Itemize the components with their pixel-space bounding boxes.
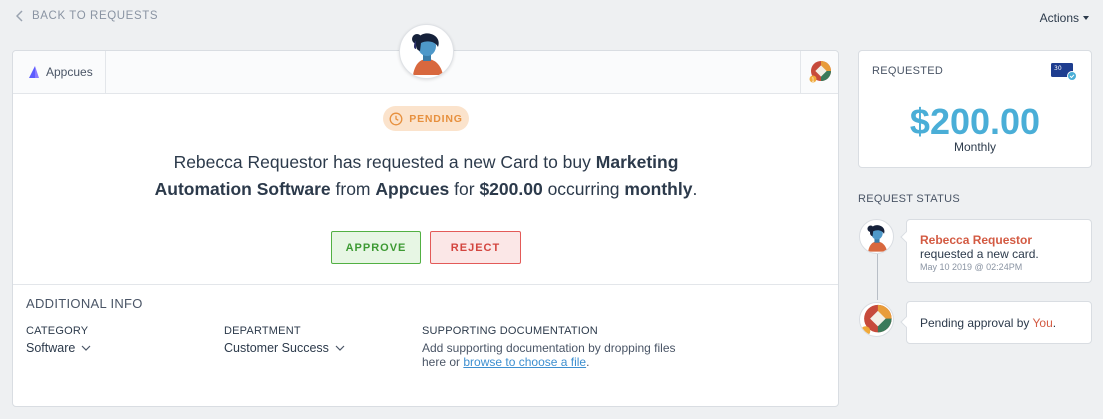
requester-illustration-icon: [411, 32, 443, 75]
timeline-approver-avatar: [859, 302, 894, 337]
pending-approver: You: [1032, 315, 1053, 330]
timeline-requester-name[interactable]: Rebecca Requestor: [920, 233, 1078, 247]
summary-text: Rebecca Requestor has requested a new Ca…: [173, 152, 596, 172]
timeline-pending-text: Pending approval by You.: [920, 316, 1056, 330]
pending-end: .: [1052, 315, 1057, 330]
credit-card-icon: 30: [1051, 63, 1077, 81]
department-label: DEPARTMENT: [224, 325, 301, 337]
docs-end: .: [586, 355, 590, 369]
supporting-docs-label: SUPPORTING DOCUMENTATION: [422, 325, 598, 337]
timeline-event-date: May 10 2019 @ 02:24PM: [920, 262, 1023, 272]
request-card: Appcues 1 PENDING Rebecca Requestor has …: [12, 50, 839, 407]
svg-text:1: 1: [811, 78, 814, 84]
requester-avatar: [399, 24, 454, 79]
summary-text: for: [449, 179, 480, 199]
timeline-requester-avatar: [859, 219, 894, 254]
supporting-docs-dropzone[interactable]: Add supporting documentation by dropping…: [422, 341, 692, 369]
requester-illustration-icon: [866, 224, 887, 252]
department-select[interactable]: Customer Success: [224, 341, 345, 355]
timeline-event-pending: Pending approval by You.: [900, 301, 1092, 344]
vendor-name: Appcues: [46, 65, 93, 79]
additional-info-title: ADDITIONAL INFO: [26, 296, 143, 311]
actions-label: Actions: [1039, 11, 1079, 25]
requested-amount-card: REQUESTED 30 $200.00 Monthly: [858, 50, 1092, 168]
timeline-pointer: [900, 231, 912, 243]
approver-avatar[interactable]: 1: [800, 51, 838, 93]
chevron-down-icon: [81, 345, 91, 351]
request-summary: Rebecca Requestor has requested a new Ca…: [153, 149, 699, 203]
chevron-down-icon: [335, 345, 345, 351]
summary-text: occurring: [542, 179, 625, 199]
actions-dropdown[interactable]: Actions: [1040, 11, 1089, 25]
category-label: CATEGORY: [26, 325, 89, 337]
summary-vendor: Appcues: [375, 179, 450, 199]
timeline-event-requested: Rebecca Requestor requested a new card. …: [900, 219, 1092, 283]
category-value: Software: [26, 341, 76, 355]
summary-frequency: monthly: [624, 179, 693, 199]
department-field: DEPARTMENT Customer Success: [224, 325, 345, 355]
company-logo-icon: 1: [809, 61, 831, 84]
caret-down-icon: [1083, 16, 1089, 20]
reject-button[interactable]: REJECT: [430, 231, 521, 264]
supporting-docs-field[interactable]: SUPPORTING DOCUMENTATION Add supporting …: [422, 325, 692, 369]
company-logo-icon: [860, 304, 892, 336]
request-status-title: REQUEST STATUS: [858, 193, 960, 205]
timeline-pointer: [900, 316, 912, 328]
status-badge: PENDING: [383, 106, 469, 131]
clock-icon: [389, 112, 403, 125]
category-field: CATEGORY Software: [26, 325, 91, 355]
requested-label: REQUESTED: [872, 65, 944, 77]
summary-amount: $200.00: [479, 179, 543, 199]
vendor-tag[interactable]: Appcues: [13, 51, 106, 93]
chevron-left-icon: [16, 10, 23, 22]
back-to-requests-link[interactable]: BACK TO REQUESTS: [16, 10, 158, 22]
department-value: Customer Success: [224, 341, 329, 355]
pending-text: Pending approval by: [920, 315, 1033, 330]
requested-frequency: Monthly: [953, 140, 997, 154]
summary-text: .: [692, 179, 698, 199]
requested-amount: $200.00: [909, 101, 1041, 142]
category-select[interactable]: Software: [26, 341, 91, 355]
approve-button[interactable]: APPROVE: [331, 231, 421, 264]
summary-text: from: [330, 179, 376, 199]
back-label: BACK TO REQUESTS: [32, 10, 159, 22]
card-badge-number: 30: [1054, 65, 1062, 72]
timeline-event-text: requested a new card.: [920, 247, 1039, 261]
status-badge-label: PENDING: [409, 112, 463, 125]
additional-info-section: ADDITIONAL INFO CATEGORY Software DEPART…: [13, 284, 838, 369]
timeline-connector: [877, 254, 878, 300]
appcues-logo-icon: [29, 66, 39, 78]
browse-files-link[interactable]: browse to choose a file: [463, 355, 586, 369]
